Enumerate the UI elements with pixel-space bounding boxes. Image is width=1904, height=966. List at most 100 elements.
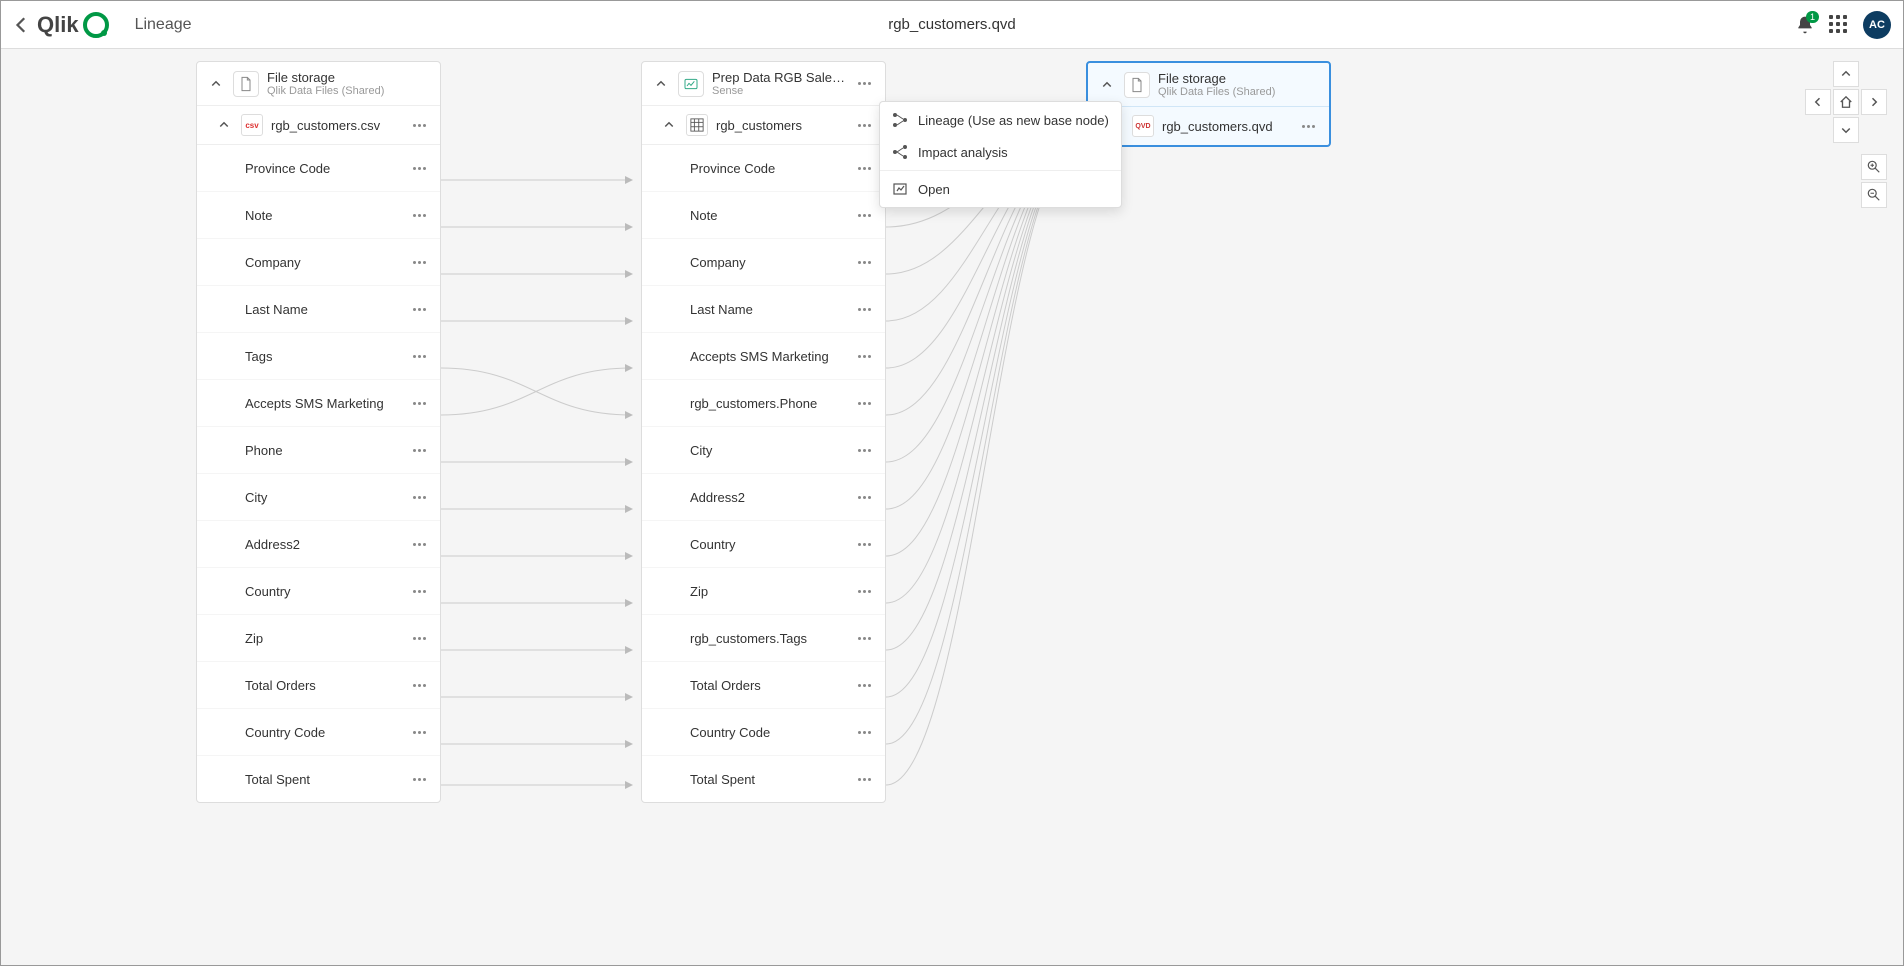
field-row[interactable]: rgb_customers.Phone [642, 380, 885, 427]
field-more-button[interactable] [853, 674, 875, 696]
header-left: Qlik Lineage [13, 12, 192, 38]
field-label: Province Code [690, 161, 853, 176]
zoom-in-button[interactable] [1861, 154, 1887, 180]
field-row[interactable]: Note [197, 192, 440, 239]
lineage-node-file-storage-source[interactable]: File storage Qlik Data Files (Shared) cs… [196, 61, 441, 803]
field-more-button[interactable] [853, 486, 875, 508]
field-label: Zip [245, 631, 408, 646]
field-row[interactable]: City [197, 474, 440, 521]
field-row[interactable]: Last Name [197, 286, 440, 333]
logo-text: Qlik [37, 12, 79, 38]
field-more-button[interactable] [853, 392, 875, 414]
nav-left-button[interactable] [1805, 89, 1831, 115]
back-button[interactable] [13, 16, 31, 34]
field-row[interactable]: Address2 [197, 521, 440, 568]
field-row[interactable]: Country [642, 521, 885, 568]
chevron-right-icon [1868, 96, 1880, 108]
field-row[interactable]: Country Code [642, 709, 885, 756]
field-row[interactable]: Total Orders [642, 662, 885, 709]
field-row[interactable]: Last Name [642, 286, 885, 333]
field-more-button[interactable] [408, 298, 430, 320]
field-row[interactable]: Accepts SMS Marketing [642, 333, 885, 380]
field-more-button[interactable] [853, 251, 875, 273]
qlik-logo[interactable]: Qlik [37, 12, 109, 38]
collapse-toggle[interactable] [1098, 76, 1116, 94]
field-more-button[interactable] [408, 627, 430, 649]
field-row[interactable]: Note [642, 192, 885, 239]
field-more-button[interactable] [408, 204, 430, 226]
field-more-button[interactable] [853, 768, 875, 790]
more-menu-button[interactable] [853, 114, 875, 136]
field-row[interactable]: Total Spent [642, 756, 885, 802]
field-more-button[interactable] [853, 439, 875, 461]
node-header[interactable]: File storage Qlik Data Files (Shared) [197, 62, 440, 106]
field-row[interactable]: Province Code [642, 145, 885, 192]
field-row[interactable]: Company [642, 239, 885, 286]
field-more-button[interactable] [408, 580, 430, 602]
field-row[interactable]: Accepts SMS Marketing [197, 380, 440, 427]
field-more-button[interactable] [853, 345, 875, 367]
field-row[interactable]: Phone [197, 427, 440, 474]
field-more-button[interactable] [408, 674, 430, 696]
user-avatar[interactable]: AC [1863, 11, 1891, 39]
field-more-button[interactable] [408, 345, 430, 367]
zoom-out-button[interactable] [1861, 182, 1887, 208]
node-sub-header[interactable]: QVD rgb_customers.qvd [1088, 107, 1329, 145]
nav-up-button[interactable] [1833, 61, 1859, 87]
field-row[interactable]: Country [197, 568, 440, 615]
field-more-button[interactable] [408, 768, 430, 790]
field-more-button[interactable] [853, 580, 875, 602]
node-header[interactable]: Prep Data RGB Sales A… Sense [642, 62, 885, 106]
more-menu-button[interactable] [853, 73, 875, 95]
more-menu-button[interactable] [408, 114, 430, 136]
collapse-toggle[interactable] [660, 116, 678, 134]
field-more-button[interactable] [408, 721, 430, 743]
lineage-canvas[interactable]: File storage Qlik Data Files (Shared) cs… [1, 49, 1903, 965]
field-more-button[interactable] [853, 204, 875, 226]
nav-down-button[interactable] [1833, 117, 1859, 143]
context-lineage[interactable]: Lineage (Use as new base node) [880, 104, 1121, 136]
field-row[interactable]: Address2 [642, 474, 885, 521]
field-label: City [245, 490, 408, 505]
collapse-toggle[interactable] [652, 75, 670, 93]
lineage-node-file-storage-target[interactable]: File storage Qlik Data Files (Shared) QV… [1086, 61, 1331, 147]
field-label: rgb_customers.Phone [690, 396, 853, 411]
field-more-button[interactable] [408, 392, 430, 414]
lineage-node-prep-data-app[interactable]: Prep Data RGB Sales A… Sense rgb_custome… [641, 61, 886, 803]
context-open[interactable]: Open [880, 173, 1121, 205]
node-header[interactable]: File storage Qlik Data Files (Shared) [1088, 63, 1329, 107]
collapse-toggle[interactable] [207, 75, 225, 93]
field-more-button[interactable] [408, 533, 430, 555]
field-more-button[interactable] [853, 298, 875, 320]
apps-launcher-button[interactable] [1829, 15, 1849, 35]
field-more-button[interactable] [853, 721, 875, 743]
node-sub-header[interactable]: csv rgb_customers.csv [197, 106, 440, 145]
field-more-button[interactable] [408, 486, 430, 508]
field-row[interactable]: Zip [642, 568, 885, 615]
field-row[interactable]: Country Code [197, 709, 440, 756]
field-more-button[interactable] [853, 627, 875, 649]
nav-right-button[interactable] [1861, 89, 1887, 115]
field-more-button[interactable] [408, 251, 430, 273]
field-more-button[interactable] [408, 439, 430, 461]
field-row[interactable]: Total Orders [197, 662, 440, 709]
more-menu-button[interactable] [1297, 115, 1319, 137]
node-title: File storage [1158, 71, 1319, 86]
field-row[interactable]: Zip [197, 615, 440, 662]
sub-label: rgb_customers [716, 118, 845, 133]
field-more-button[interactable] [408, 157, 430, 179]
field-row[interactable]: Company [197, 239, 440, 286]
collapse-toggle[interactable] [215, 116, 233, 134]
field-row[interactable]: rgb_customers.Tags [642, 615, 885, 662]
field-row[interactable]: City [642, 427, 885, 474]
node-titles: File storage Qlik Data Files (Shared) [267, 70, 430, 97]
field-row[interactable]: Province Code [197, 145, 440, 192]
node-sub-header[interactable]: rgb_customers [642, 106, 885, 145]
context-impact[interactable]: Impact analysis [880, 136, 1121, 168]
field-row[interactable]: Tags [197, 333, 440, 380]
nav-home-button[interactable] [1833, 89, 1859, 115]
field-row[interactable]: Total Spent [197, 756, 440, 802]
field-more-button[interactable] [853, 533, 875, 555]
field-more-button[interactable] [853, 157, 875, 179]
notifications-button[interactable]: 1 [1795, 15, 1815, 35]
